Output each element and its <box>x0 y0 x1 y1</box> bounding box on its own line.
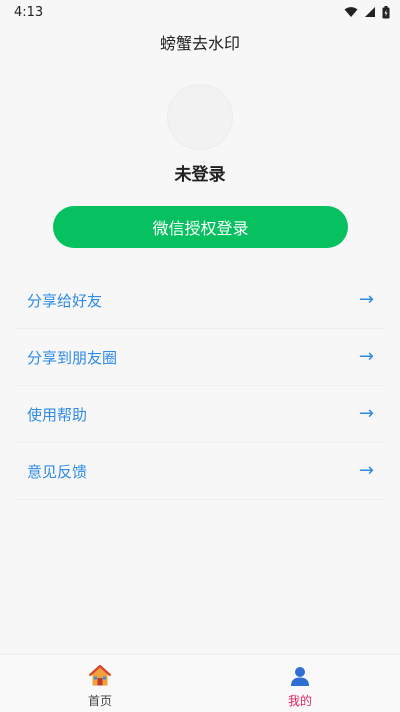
menu-item-label: 分享到朋友圈 <box>27 348 118 367</box>
profile-section: 未登录 <box>0 60 400 200</box>
house-icon <box>88 664 112 686</box>
arrow-right-icon: → <box>358 403 374 424</box>
arrow-right-icon: → <box>358 289 374 310</box>
menu-item-label: 意见反馈 <box>27 462 88 481</box>
menu-item-label: 使用帮助 <box>27 405 88 424</box>
login-status-text: 未登录 <box>174 165 226 185</box>
tab-bar: 首页 我的 <box>0 654 400 712</box>
arrow-right-icon: → <box>358 346 374 367</box>
app-header: 螃蟹去水印 <box>0 24 400 60</box>
page-title: 螃蟹去水印 <box>159 34 240 53</box>
menu-item-feedback[interactable]: 意见反馈 → <box>16 443 384 500</box>
tab-label: 我的 <box>287 694 312 708</box>
wechat-login-label: 微信授权登录 <box>152 219 249 238</box>
tab-label: 首页 <box>87 694 112 708</box>
status-time: 4:13 <box>14 4 44 20</box>
arrow-right-icon: → <box>358 460 374 481</box>
menu-list: 分享给好友 → 分享到朋友圈 → 使用帮助 → 意见反馈 → <box>16 272 384 500</box>
status-icons <box>344 5 390 19</box>
menu-item-help[interactable]: 使用帮助 → <box>16 386 384 443</box>
person-icon <box>291 667 309 686</box>
battery-icon <box>382 5 390 18</box>
menu-item-share-friend[interactable]: 分享给好友 → <box>16 272 384 329</box>
menu-item-share-moments[interactable]: 分享到朋友圈 → <box>16 329 384 386</box>
menu-item-label: 分享给好友 <box>27 291 103 310</box>
signal-icon <box>365 7 375 17</box>
status-bar: 4:13 <box>0 0 400 24</box>
avatar[interactable] <box>167 84 233 150</box>
wechat-login-button[interactable]: 微信授权登录 <box>53 206 348 248</box>
wifi-icon <box>344 7 358 17</box>
tab-mine[interactable]: 我的 <box>200 655 400 712</box>
tab-home[interactable]: 首页 <box>0 655 200 712</box>
